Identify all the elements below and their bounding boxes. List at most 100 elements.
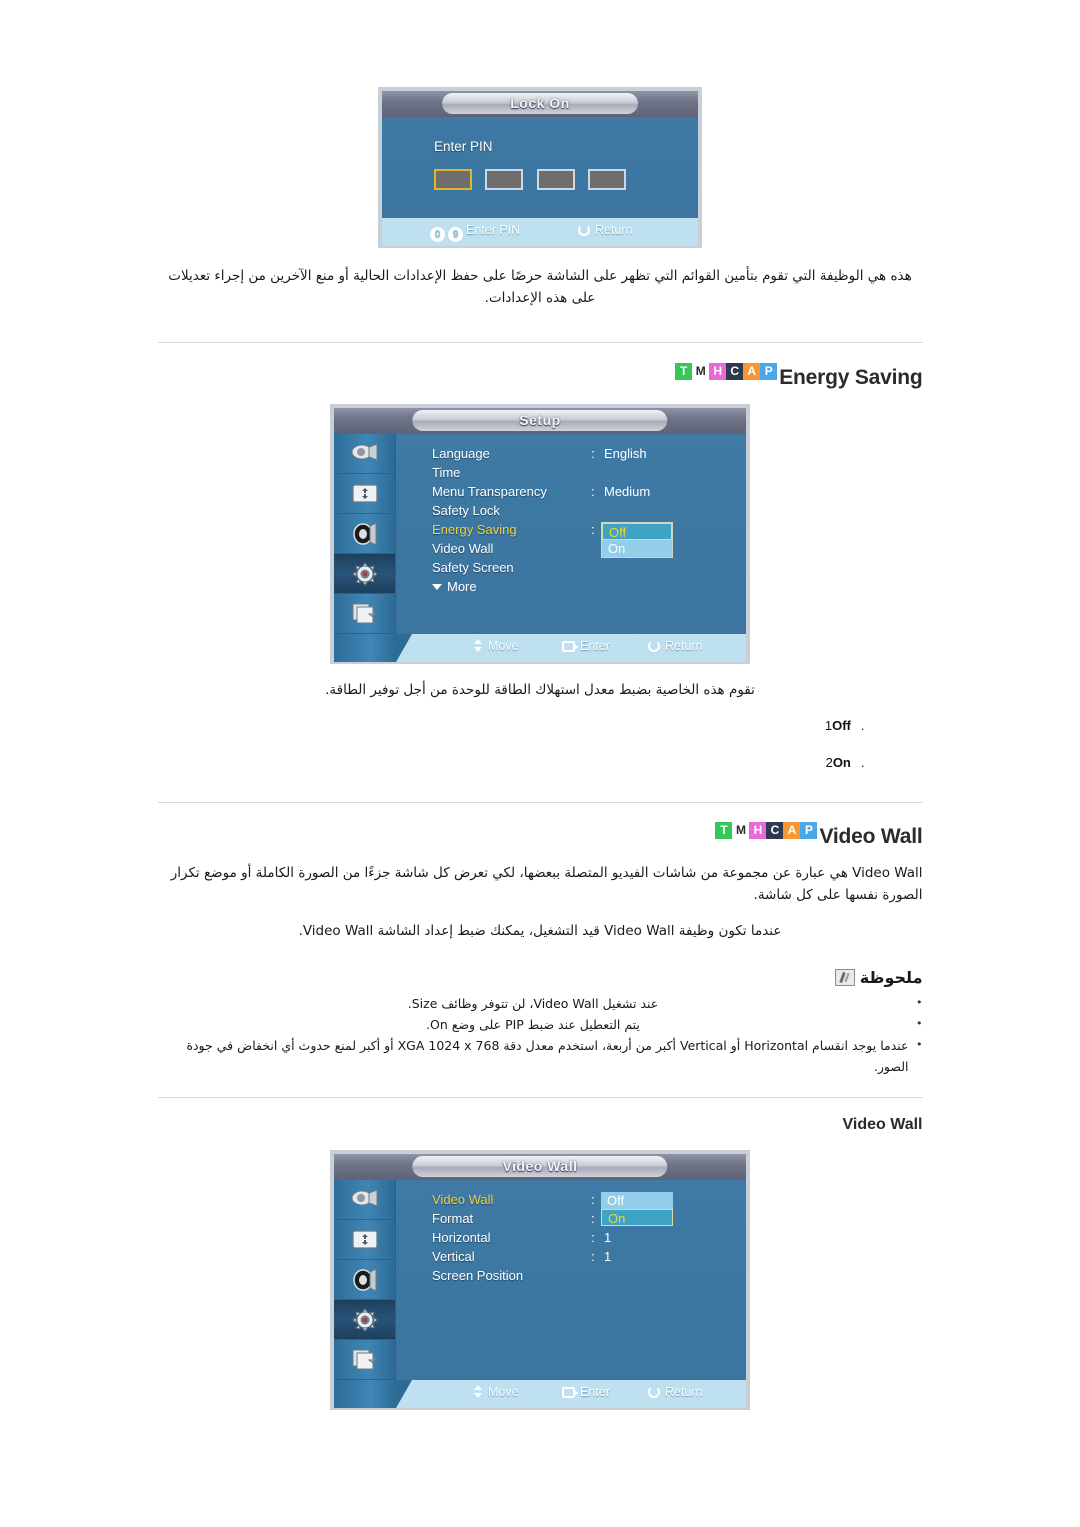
setup-osd-title-text: Setup — [519, 412, 561, 428]
move-icon — [474, 1385, 483, 1398]
sidebar-item-picture[interactable] — [334, 434, 395, 474]
multi-control-icon — [350, 601, 380, 627]
pin-box-3[interactable] — [536, 169, 575, 190]
menu-row[interactable]: Language : English — [396, 446, 746, 465]
footer-notch — [334, 634, 412, 662]
video-wall-osd-title-text: Video Wall — [502, 1158, 578, 1174]
setup-sidebar — [334, 434, 396, 634]
return-icon — [648, 1386, 660, 1398]
setup-osd-footer: Move Enter Return — [334, 634, 746, 662]
menu-row[interactable]: Video Wall — [396, 541, 746, 560]
dropdown-option-on[interactable]: On — [601, 1209, 673, 1226]
setup-osd-inner: Setup Language: English Time Menu Trans… — [334, 408, 746, 662]
pin-box-1[interactable] — [434, 169, 472, 190]
dropdown-option-on[interactable]: On — [602, 540, 672, 557]
video-wall-description-1: Video Wall هي عبارة عن مجموعة من شاشات ا… — [170, 865, 923, 903]
sidebar-item-setup[interactable] — [334, 1300, 395, 1340]
badge-t-icon: T — [715, 822, 733, 839]
digit-0-icon: 0 — [430, 227, 445, 242]
sidebar-item-setup[interactable] — [334, 554, 395, 594]
option-value: Off — [832, 718, 851, 733]
enter-icon — [562, 641, 579, 652]
video-wall-heading: T M H C A P Video Wall — [158, 822, 923, 849]
note-heading-text: ملحوظة — [859, 968, 923, 987]
row-colon: : — [591, 522, 595, 537]
safety-lock-description: هذه هي الوظيفة التي تقوم بتأمين القوائم … — [168, 268, 912, 306]
sidebar-item-multi-control[interactable] — [334, 594, 395, 634]
footer-move-label: Move — [488, 1385, 519, 1399]
pin-entry-group[interactable] — [434, 169, 635, 190]
sidebar-item-sound[interactable] — [334, 514, 395, 554]
menu-row-vertical[interactable]: Vertical : 1 — [396, 1249, 746, 1268]
divider-1 — [157, 342, 923, 343]
option-row: .2On — [158, 748, 923, 778]
menu-row[interactable]: Safety Lock — [396, 503, 746, 522]
move-icon — [474, 639, 483, 652]
menu-row-format[interactable]: Format : — [396, 1211, 746, 1230]
badge-t-icon: T — [675, 363, 693, 380]
footer-enter-label: Enter — [580, 639, 610, 653]
note-bullet: عندما يوجد انقسام Horizontal أو Vertical… — [158, 1034, 922, 1077]
energy-saving-description: تقوم هذه الخاصية بضبط معدل استهلاك الطاق… — [325, 682, 755, 698]
footer-enter[interactable]: Enter — [562, 639, 610, 653]
row-label: Video Wall — [432, 1192, 494, 1207]
footer-return-label: Return — [665, 1385, 703, 1399]
pin-box-4[interactable] — [588, 169, 627, 190]
video-wall-description-2: عندما تكون وظيفة Video Wall قيد التشغيل،… — [298, 923, 782, 939]
divider-3 — [157, 1097, 923, 1098]
menu-more-item[interactable]: More — [432, 579, 477, 594]
more-label: More — [447, 579, 477, 594]
sidebar-item-screen-adjust[interactable] — [334, 474, 395, 514]
divider-2 — [157, 802, 923, 803]
row-label: Safety Lock — [432, 503, 500, 518]
dropdown-option-off[interactable]: Off — [602, 523, 672, 540]
footer-return[interactable]: Return — [648, 639, 703, 653]
row-label: Time — [432, 465, 461, 480]
footer-enter[interactable]: Enter — [562, 1385, 610, 1399]
option-row: .1Off — [158, 711, 923, 741]
menu-row-energy-saving[interactable]: Energy Saving : — [396, 522, 746, 541]
row-label: Horizontal — [432, 1230, 491, 1245]
row-label: Vertical — [432, 1249, 475, 1264]
screen-adjust-icon — [350, 481, 380, 507]
menu-row-video-wall[interactable]: Video Wall : — [396, 1192, 746, 1211]
menu-row[interactable]: Safety Screen — [396, 560, 746, 579]
sidebar-item-picture[interactable] — [334, 1180, 395, 1220]
footer-notch — [334, 1380, 412, 1408]
row-colon: : — [591, 484, 595, 499]
menu-row-horizontal[interactable]: Horizontal : 1 — [396, 1230, 746, 1249]
pin-box-2[interactable] — [485, 169, 524, 190]
multi-control-icon — [350, 1347, 380, 1373]
picture-icon — [350, 441, 380, 467]
badge-c-icon: C — [726, 363, 744, 380]
dropdown-option-off[interactable]: Off — [601, 1192, 673, 1209]
badge-a-icon: A — [743, 363, 761, 380]
lock-on-content: Enter PIN — [382, 117, 698, 218]
footer-return[interactable]: Return — [648, 1385, 703, 1399]
footer-move[interactable]: Move — [474, 639, 519, 653]
footer-return[interactable]: Return — [578, 223, 633, 237]
footer-enter-pin[interactable]: 0 9 Enter PIN — [430, 223, 520, 242]
sidebar-item-sound[interactable] — [334, 1260, 395, 1300]
sidebar-item-screen-adjust[interactable] — [334, 1220, 395, 1260]
video-wall-dropdown[interactable]: Off On — [601, 1192, 673, 1226]
row-label: Safety Screen — [432, 560, 514, 575]
row-label: Language — [432, 446, 490, 461]
energy-saving-dropdown[interactable]: Off On — [601, 522, 673, 558]
return-icon — [648, 640, 660, 652]
energy-saving-heading: T M H C A P Energy Saving — [158, 363, 923, 390]
footer-move[interactable]: Move — [474, 1385, 519, 1399]
lock-on-footer: 0 9 Enter PIN Return — [382, 218, 698, 246]
footer-enter-pin-label: Enter PIN — [466, 223, 521, 237]
return-icon — [578, 224, 590, 236]
note-heading: ملحوظة — [158, 968, 923, 987]
menu-row[interactable]: Time — [396, 465, 746, 484]
menu-row[interactable]: Menu Transparency : Medium — [396, 484, 746, 503]
row-colon: : — [591, 446, 595, 461]
menu-row-screen-position[interactable]: Screen Position — [396, 1268, 746, 1287]
sidebar-item-multi-control[interactable] — [334, 1340, 395, 1380]
setup-osd-titlebar: Setup — [334, 408, 746, 434]
badge-a-icon: A — [783, 822, 801, 839]
digit-9-icon: 9 — [448, 227, 463, 242]
video-wall-title: Video Wall — [819, 825, 923, 848]
